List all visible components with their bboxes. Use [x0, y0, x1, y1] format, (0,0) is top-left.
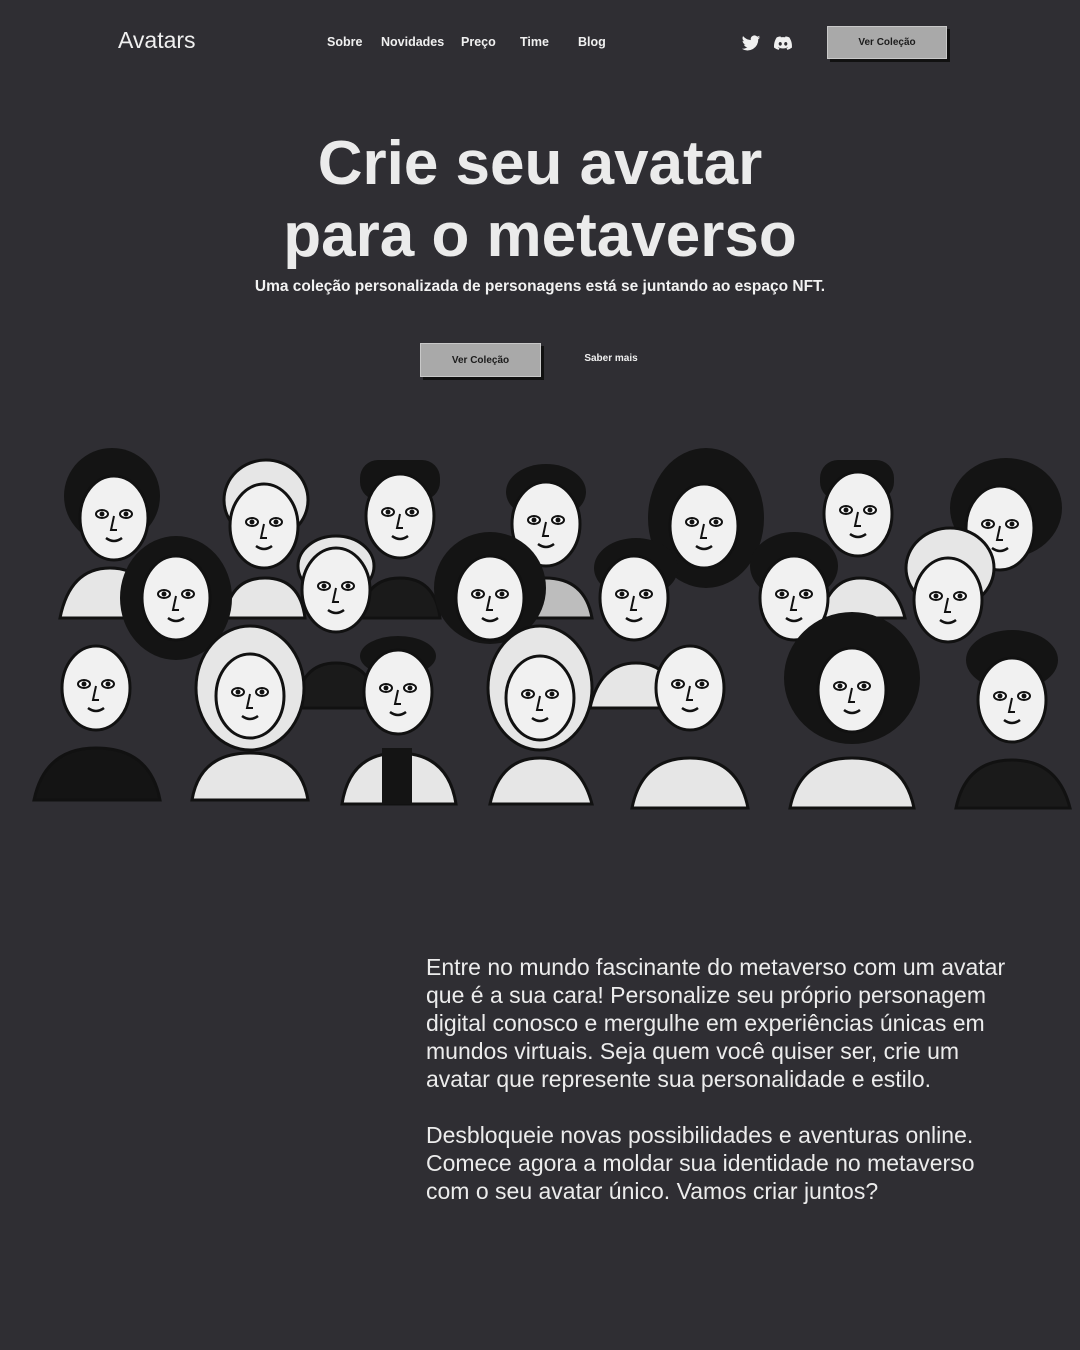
hero-subtitle: Uma coleção personalizada de personagens…: [254, 278, 826, 295]
intro-paragraph-1: Entre no mundo fascinante do metaverso c…: [426, 954, 1006, 1092]
intro-text: Entre no mundo fascinante do metaverso c…: [426, 953, 1016, 1233]
hero-title: Crie seu avatar para o metaverso: [0, 128, 1080, 272]
nav-link-time[interactable]: Time: [520, 35, 578, 49]
view-collection-button[interactable]: Ver Coleção: [827, 26, 947, 59]
top-nav: Avatars Sobre Novidades Preço Time Blog …: [0, 0, 1080, 86]
discord-icon[interactable]: [773, 33, 793, 53]
nav-link-sobre[interactable]: Sobre: [327, 35, 381, 49]
learn-more-link[interactable]: Saber mais: [570, 353, 652, 364]
nav-link-preco[interactable]: Preço: [461, 35, 520, 49]
nav-link-blog[interactable]: Blog: [578, 35, 606, 49]
logo[interactable]: Avatars: [118, 27, 196, 54]
nav-link-novidades[interactable]: Novidades: [381, 35, 461, 49]
hero-title-line-2: para o metaverso: [283, 201, 797, 270]
main-menu: Sobre Novidades Preço Time Blog: [327, 35, 606, 49]
social-links: [741, 33, 793, 53]
hero-view-collection-button[interactable]: Ver Coleção: [420, 343, 541, 377]
intro-paragraph-2: Desbloqueie novas possibilidades e avent…: [426, 1122, 975, 1204]
avatar-crowd-illustration: [32, 448, 1072, 810]
twitter-icon[interactable]: [741, 33, 761, 53]
hero-title-line-1: Crie seu avatar: [317, 129, 763, 198]
